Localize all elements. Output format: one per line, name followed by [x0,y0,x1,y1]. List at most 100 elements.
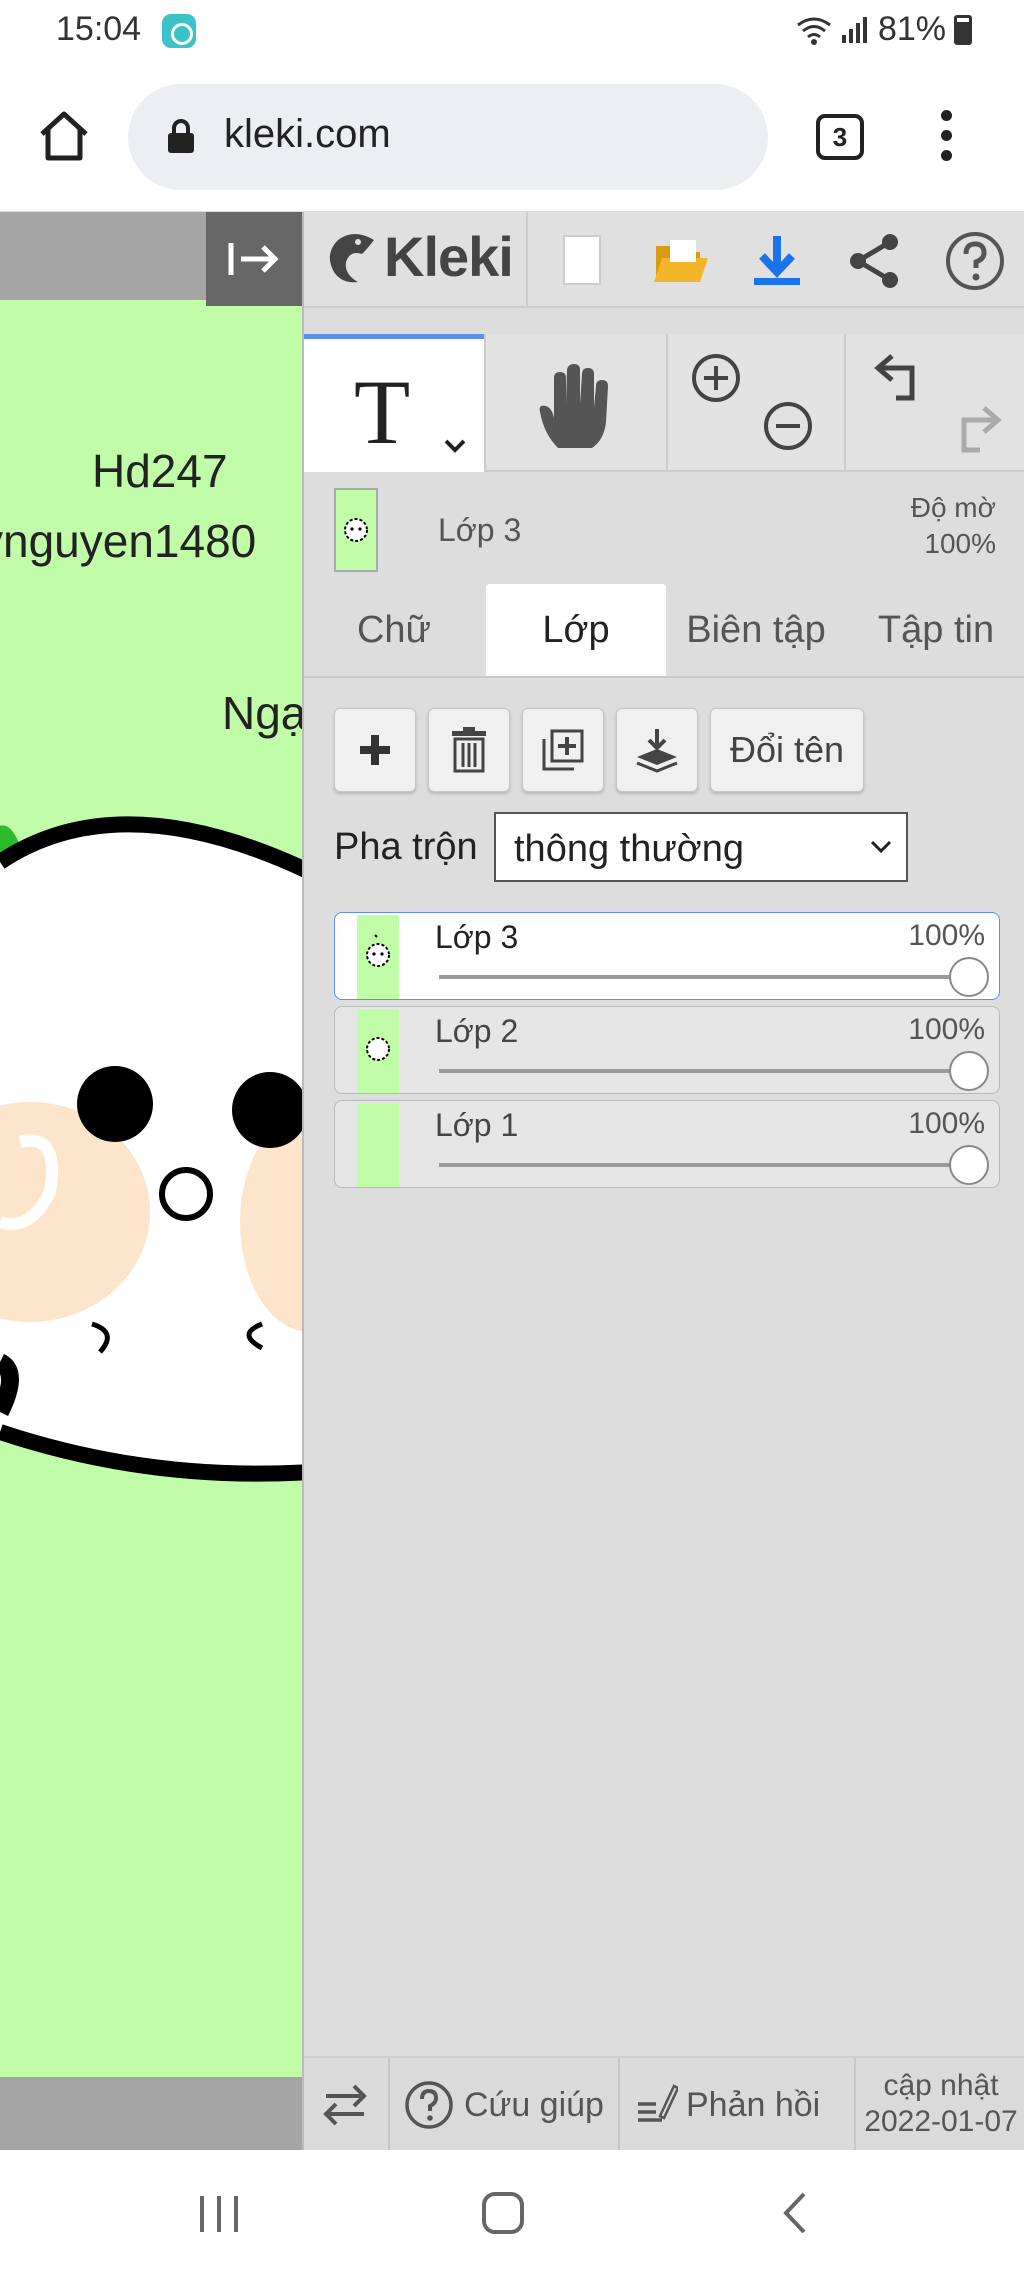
layer-opacity: 100% [908,919,985,952]
panel-footer: Cứu giúp Phản hồi cập nhật 2022-01-07 [304,2056,1024,2152]
drawing-canvas[interactable]: Hd247 ynguyen1480 Ngạ [0,212,302,2150]
canvas-text-1: Hd247 [92,445,228,497]
feedback-label: Phản hồi [686,2086,821,2124]
delete-layer-button[interactable] [428,708,510,792]
plus-icon [360,735,390,765]
layer-name: Lớp 2 [435,1013,519,1049]
opacity-value: 100% [924,528,996,559]
layer-thumbnail [357,915,399,999]
layer-thumbnail [357,1103,399,1187]
address-bar[interactable]: kleki.com [128,84,768,190]
tab-switcher-button[interactable]: 3 [816,114,864,160]
blend-mode-value: thông thường [514,828,744,870]
layer-name: Lớp 1 [435,1107,519,1143]
tab-file[interactable]: Tập tin [846,584,1024,676]
recent-apps-icon[interactable] [196,2192,242,2236]
question-circle-icon [405,2081,453,2129]
opacity-slider-handle[interactable] [949,1051,989,1091]
kleki-logo-text: Kleki [384,225,514,288]
thumbnail-face-icon [366,934,390,967]
battery-icon [954,14,972,45]
opacity-slider-handle[interactable] [949,957,989,997]
current-layer-opacity: Độ mờ 100% [911,490,996,562]
app-notification-icon [162,14,196,48]
help-icon[interactable] [944,230,1006,292]
zoom-out-icon[interactable] [762,400,814,452]
back-nav-icon[interactable] [776,2190,812,2236]
feedback-pen-icon [638,2084,678,2122]
download-icon[interactable] [746,230,808,292]
app-top-bar: Kleki [304,212,1024,308]
zoom-in-icon[interactable] [690,352,742,404]
current-layer-info: Lớp 3 Độ mờ 100% [304,474,1024,584]
current-layer-thumbnail [334,488,378,572]
update-label: cập nhật [883,2069,999,2102]
add-layer-button[interactable] [334,708,416,792]
tab-edit[interactable]: Biên tập [666,584,846,676]
undo-icon[interactable] [872,352,930,404]
url-text: kleki.com [224,112,391,156]
tabs-divider [304,676,1024,678]
chevron-down-icon[interactable] [444,439,466,453]
text-tool-button[interactable]: T [304,334,484,472]
status-right: 81% [796,10,972,49]
tab-layers[interactable]: Lớp [486,584,666,676]
layer-item[interactable]: Lớp 1 100% [334,1100,1000,1188]
opacity-slider-track[interactable] [439,975,969,979]
help-label: Cứu giúp [464,2086,604,2124]
signal-icon [841,16,867,43]
lock-icon [168,119,194,153]
kleki-logo[interactable]: Kleki [324,224,514,289]
tool-panel: Kleki T Lớp 3 Độ mờ 100% Chữ Lớp Biên tậ… [302,212,1024,2152]
rename-layer-button[interactable]: Đổi tên [710,708,864,792]
thumbnail-face-icon [344,518,368,542]
trash-icon [452,727,486,773]
swap-side-icon[interactable] [320,2082,370,2128]
merge-down-icon [636,729,678,773]
layer-item[interactable]: Lớp 3 100% [334,912,1000,1000]
system-nav-bar [0,2150,1024,2276]
wifi-icon [797,17,831,45]
feedback-button[interactable]: Phản hồi [620,2058,854,2152]
battery-percent: 81% [877,10,946,48]
help-button[interactable]: Cứu giúp [390,2058,618,2152]
history-tools [846,334,1024,472]
status-bar: 15:04 81% [0,0,1024,62]
opacity-slider-track[interactable] [439,1163,969,1167]
collapse-panel-button[interactable] [206,212,302,306]
kleki-logo-icon [329,233,374,282]
screen: 15:04 81% kleki.com 3 Hd247 ynguyen1480 … [0,0,1024,2276]
layer-item[interactable]: Lớp 2 100% [334,1006,1000,1094]
more-menu-icon[interactable] [936,110,956,170]
layer-opacity: 100% [908,1013,985,1046]
tab-text[interactable]: Chữ [304,584,484,676]
blend-mode-label: Pha trộn [334,826,478,868]
collapse-arrow-icon [228,243,279,275]
hand-icon [539,364,608,448]
opacity-slider-track[interactable] [439,1069,969,1073]
chevron-down-icon [870,840,892,854]
blend-mode-select[interactable]: thông thường [494,812,908,882]
layer-thumbnail [357,1009,399,1093]
panel-tabs: Chữ Lớp Biên tập Tập tin [304,584,1024,676]
open-folder-icon[interactable] [650,230,712,292]
duplicate-icon [542,729,584,771]
browser-toolbar: kleki.com 3 [0,62,1024,212]
tool-row: T [304,334,1024,472]
hand-tool-button[interactable] [486,334,666,472]
opacity-slider-handle[interactable] [949,1145,989,1185]
canvas-text-2: ynguyen1480 [0,515,257,567]
merge-down-button[interactable] [616,708,698,792]
redo-icon[interactable] [946,404,1004,456]
home-nav-icon[interactable] [480,2190,526,2236]
home-icon[interactable] [34,106,94,166]
canvas-bottom-bar [0,2077,302,2150]
thumbnail-circle-icon [366,1037,390,1061]
update-date: 2022-01-07 [864,2105,1018,2138]
zoom-tools [668,334,844,472]
layer-opacity: 100% [908,1107,985,1140]
duplicate-layer-button[interactable] [522,708,604,792]
share-icon[interactable] [844,230,906,292]
update-info[interactable]: cập nhật 2022-01-07 [856,2068,1024,2140]
new-file-icon[interactable] [550,230,612,292]
